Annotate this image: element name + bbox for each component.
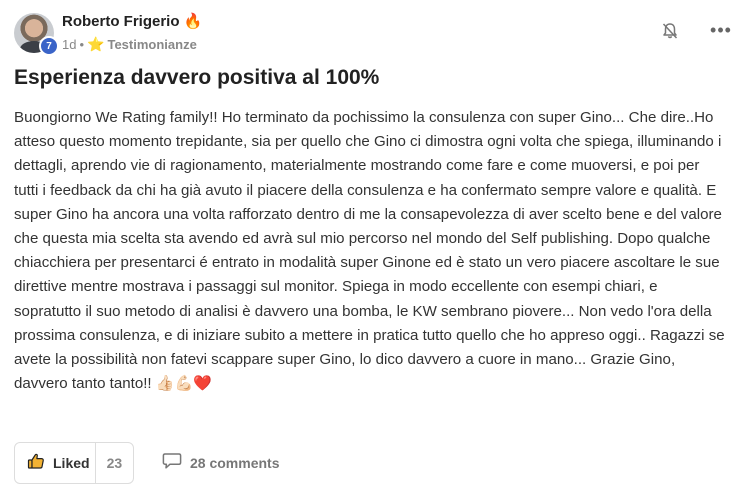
flexed-biceps-emoji-icon: 💪🏻 (174, 375, 194, 393)
heart-emoji-icon: ❤️ (193, 375, 212, 393)
post-body: Buongiorno We Rating family!! Ho termina… (14, 106, 726, 396)
comment-bubble-icon (162, 452, 182, 475)
bell-off-icon[interactable] (660, 21, 680, 41)
comments-button[interactable]: 28 comments (162, 442, 279, 484)
comments-label: 28 comments (190, 455, 280, 471)
star-icon: ⭐ (87, 36, 105, 52)
author-name[interactable]: Roberto Frigerio 🔥 (62, 12, 202, 30)
thumbs-up-emoji-icon: 👍🏻 (155, 375, 175, 393)
level-badge: 7 (39, 36, 59, 56)
meta-separator: • (79, 37, 85, 52)
post-actions: Liked 23 28 comments (14, 442, 734, 484)
category-link[interactable]: Testimonianze (107, 37, 196, 52)
post-time: 1d (62, 37, 77, 52)
author-name-text[interactable]: Roberto Frigerio (62, 13, 180, 30)
like-label: Liked (53, 455, 90, 471)
like-button[interactable]: Liked 23 (14, 442, 134, 484)
post-meta: 1d • ⭐ Testimonianze (62, 36, 197, 53)
like-toggle[interactable]: Liked (15, 443, 96, 483)
thumbs-up-icon (27, 452, 45, 475)
post-title: Esperienza davvero positiva al 100% (14, 66, 380, 89)
post-header: 7 Roberto Frigerio 🔥 1d • ⭐ Testimonianz… (14, 10, 734, 58)
post-body-text: Buongiorno We Rating family!! Ho termina… (14, 109, 725, 393)
fire-emoji-icon: 🔥 (183, 13, 203, 30)
more-options-icon[interactable]: ••• (708, 20, 734, 40)
like-count[interactable]: 23 (96, 455, 133, 471)
